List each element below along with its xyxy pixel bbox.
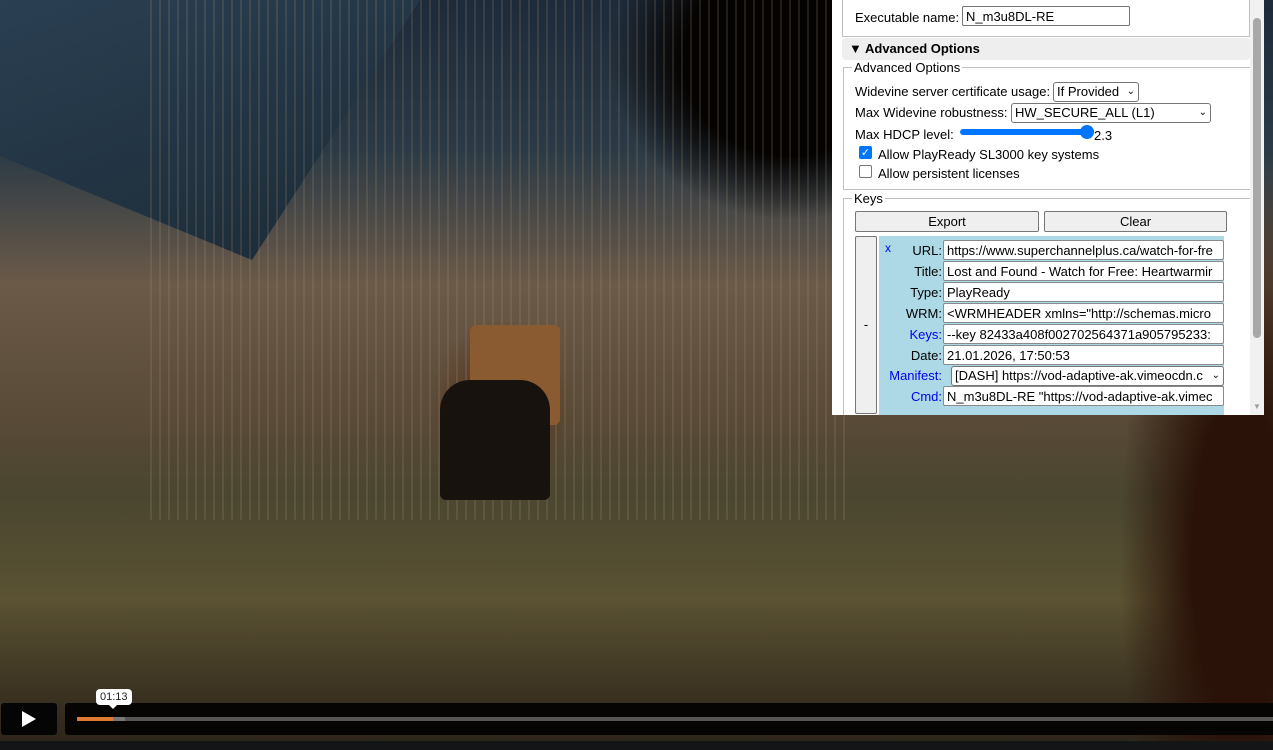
scroll-down-arrow-icon[interactable]: ▼ <box>1253 402 1261 411</box>
manifest-value: [DASH] https://vod-adaptive-ak.vimeocdn.… <box>955 368 1203 383</box>
executable-name-input[interactable]: N_m3u8DL-RE <box>962 6 1130 26</box>
clear-button[interactable]: Clear <box>1044 211 1227 232</box>
export-button[interactable]: Export <box>855 211 1039 232</box>
hdcp-slider-thumb[interactable] <box>1080 125 1094 139</box>
video-controls <box>0 703 1273 735</box>
remove-entry-button[interactable]: x <box>885 241 891 255</box>
type-field[interactable]: PlayReady <box>943 282 1224 302</box>
played-range <box>77 717 113 721</box>
type-label: Type: <box>910 285 942 300</box>
time-tooltip: 01:13 <box>96 689 132 709</box>
keys-legend: Keys <box>854 191 883 206</box>
triangle-down-icon: ▼ <box>849 41 865 56</box>
persistent-licenses-checkbox[interactable] <box>859 165 872 178</box>
seek-track[interactable] <box>77 717 1273 721</box>
bottom-strip <box>0 741 1273 750</box>
manifest-select[interactable]: [DASH] https://vod-adaptive-ak.vimeocdn.… <box>951 366 1224 386</box>
wrm-label: WRM: <box>905 306 942 321</box>
chevron-down-icon: ⌄ <box>1211 370 1220 381</box>
cmd-field[interactable]: N_m3u8DL-RE "https://vod-adaptive-ak.vim… <box>943 386 1224 406</box>
title-field[interactable]: Lost and Found - Watch for Free: Heartwa… <box>943 261 1224 281</box>
hdcp-label: Max HDCP level: <box>855 127 954 142</box>
url-field[interactable]: https://www.superchannelplus.ca/watch-fo… <box>943 240 1224 260</box>
keys-field[interactable]: --key 82433a408f002702564371a905795233: <box>943 324 1224 344</box>
collapse-entry-button[interactable]: - <box>855 236 877 414</box>
advanced-options-legend: Advanced Options <box>854 60 961 75</box>
date-label: Date: <box>910 348 942 363</box>
key-entry: - x URL: https://www.superchannelplus.ca… <box>855 236 1224 415</box>
hdcp-value: 2.3 <box>1094 128 1113 143</box>
play-button[interactable] <box>1 703 57 735</box>
play-icon <box>22 711 36 727</box>
panel-scrollbar[interactable]: ▼ <box>1250 0 1264 415</box>
advanced-options-summary: Advanced Options <box>865 41 980 56</box>
cert-usage-select[interactable]: If Provided ⌄ <box>1053 82 1139 102</box>
seek-bar[interactable] <box>65 703 1273 735</box>
sl3000-label: Allow PlayReady SL3000 key systems <box>878 147 1100 162</box>
hdcp-slider[interactable] <box>960 125 1094 139</box>
keys-link[interactable]: Keys: <box>909 327 942 342</box>
manifest-link[interactable]: Manifest: <box>889 368 942 383</box>
url-label: URL: <box>912 243 942 258</box>
key-entry-card: x URL: https://www.superchannelplus.ca/w… <box>879 236 1224 415</box>
robustness-value: HW_SECURE_ALL (L1) <box>1015 105 1155 120</box>
chevron-down-icon: ⌄ <box>1126 86 1135 97</box>
scrollbar-thumb[interactable] <box>1253 18 1261 338</box>
extension-panel: Executable name: N_m3u8DL-RE ▼ Advanced … <box>832 0 1264 415</box>
title-label: Title: <box>914 264 942 279</box>
cmd-link[interactable]: Cmd: <box>911 389 942 404</box>
advanced-options-toggle[interactable]: ▼ Advanced Options <box>842 38 1250 60</box>
date-field[interactable]: 21.01.2026, 17:50:53 <box>943 345 1224 365</box>
executable-name-label: Executable name: <box>855 10 960 25</box>
robustness-label: Max Widevine robustness: <box>855 105 1008 120</box>
robustness-select[interactable]: HW_SECURE_ALL (L1) ⌄ <box>1011 103 1211 123</box>
cert-usage-label: Widevine server certificate usage: <box>855 84 1051 99</box>
horses <box>440 380 550 500</box>
persistent-licenses-label: Allow persistent licenses <box>878 166 1020 181</box>
cert-usage-value: If Provided <box>1057 84 1120 99</box>
wrm-field[interactable]: <WRMHEADER xmlns="http://schemas.micro <box>943 303 1224 323</box>
chevron-down-icon: ⌄ <box>1198 107 1207 118</box>
sl3000-checkbox[interactable]: ✓ <box>859 146 872 159</box>
